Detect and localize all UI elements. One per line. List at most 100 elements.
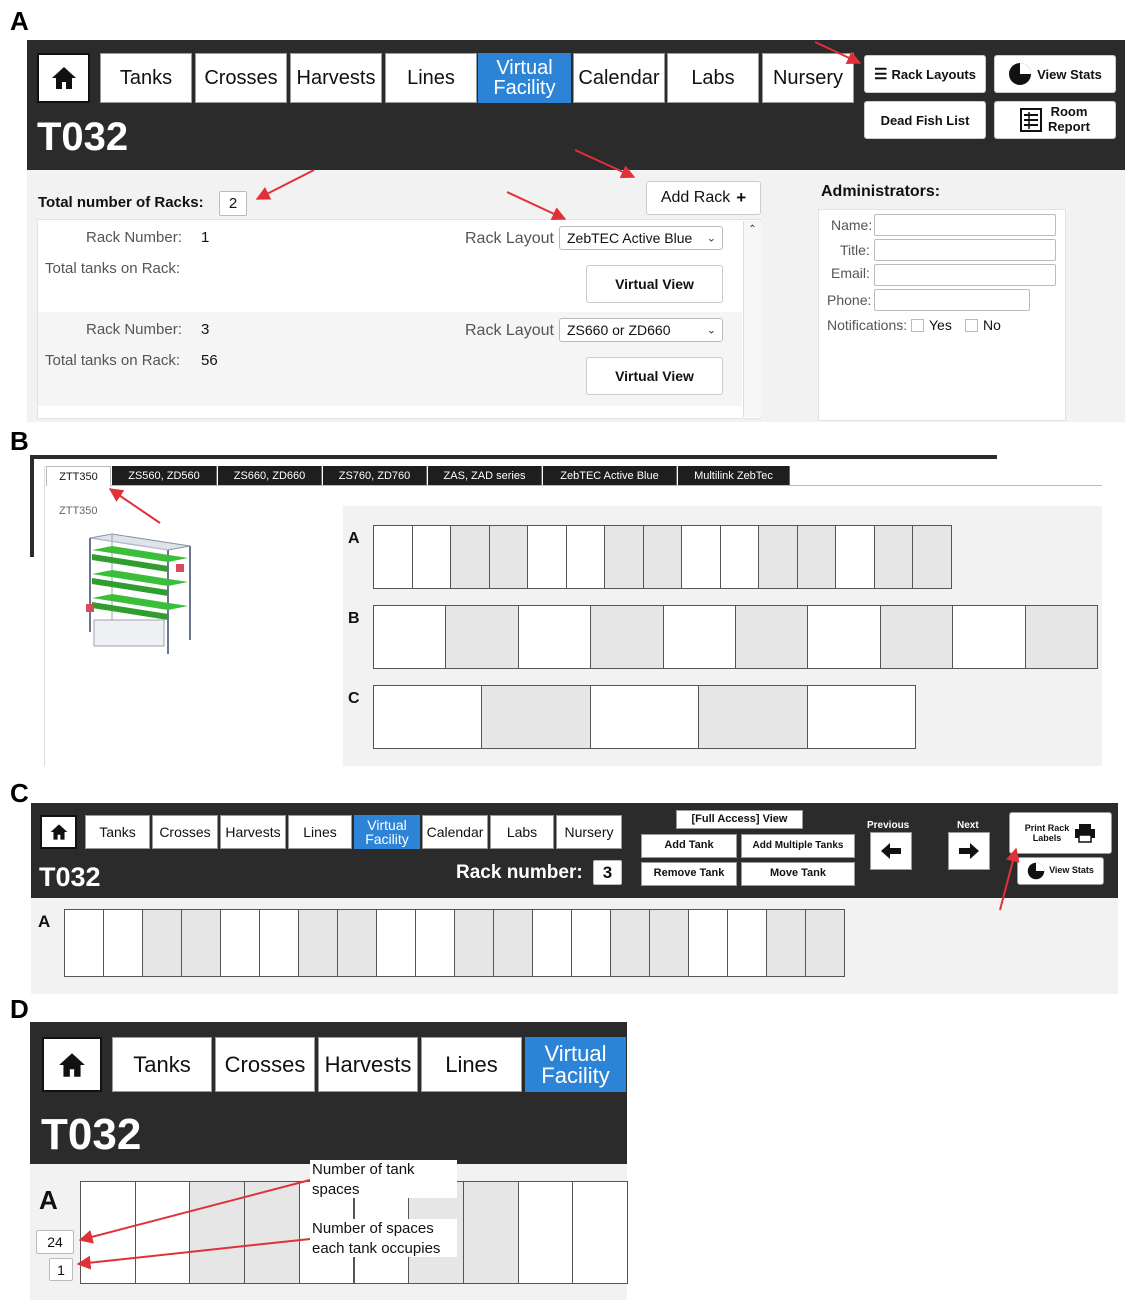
tank-slot[interactable] — [649, 909, 689, 977]
nav-virtual-facility-d[interactable]: Virtual Facility — [525, 1037, 626, 1092]
tank-slot[interactable] — [912, 525, 952, 589]
move-tank-button[interactable]: Move Tank — [741, 862, 855, 886]
virtual-view-button[interactable]: Virtual View — [586, 265, 723, 303]
tank-slot[interactable] — [879, 605, 954, 669]
tank-slot[interactable] — [415, 909, 455, 977]
tab-zs760[interactable]: ZS760, ZD760 — [323, 466, 427, 486]
tab-zs560[interactable]: ZS560, ZD560 — [112, 466, 217, 486]
tank-slot[interactable] — [572, 1181, 628, 1284]
tank-slot[interactable] — [766, 909, 806, 977]
view-stats-button-c[interactable]: View Stats — [1017, 857, 1104, 885]
tank-slot[interactable] — [565, 525, 606, 589]
tank-slot[interactable] — [727, 909, 767, 977]
tank-slot[interactable] — [590, 605, 664, 669]
nav-crosses-d[interactable]: Crosses — [215, 1037, 315, 1092]
tank-slot[interactable] — [373, 605, 447, 669]
tank-slot[interactable] — [805, 909, 845, 977]
admin-title-input[interactable] — [874, 239, 1056, 261]
room-report-button[interactable]: Room Report — [994, 101, 1116, 139]
tank-slot[interactable] — [259, 909, 299, 977]
tank-slot[interactable] — [807, 605, 881, 669]
notifications-no-checkbox[interactable] — [965, 319, 978, 332]
tank-spaces-input[interactable]: 24 — [36, 1230, 74, 1254]
home-button-d[interactable] — [42, 1037, 102, 1092]
tank-slot[interactable] — [493, 909, 533, 977]
tank-slot[interactable] — [189, 1181, 246, 1284]
tank-slot[interactable] — [373, 525, 413, 589]
notifications-yes-checkbox[interactable] — [911, 319, 924, 332]
nav-virtual-facility[interactable]: Virtual Facility — [478, 53, 571, 103]
add-rack-button[interactable]: Add Rack + — [646, 181, 761, 215]
tank-slot[interactable] — [181, 909, 221, 977]
tank-slot[interactable] — [244, 1181, 300, 1284]
tank-slot[interactable] — [532, 909, 572, 977]
tank-slot[interactable] — [589, 685, 700, 749]
tank-slot[interactable] — [719, 525, 760, 589]
rack-layouts-button[interactable]: ☰ Rack Layouts — [864, 55, 986, 93]
nav-calendar[interactable]: Calendar — [573, 53, 665, 103]
tank-slot[interactable] — [134, 1181, 191, 1284]
nav-lines[interactable]: Lines — [385, 53, 477, 103]
rack-layout-select[interactable]: ZebTEC Active Blue ⌄ — [559, 226, 723, 250]
tank-slot[interactable] — [103, 909, 143, 977]
nav-tanks-c[interactable]: Tanks — [85, 815, 150, 849]
tank-slot[interactable] — [80, 1181, 136, 1284]
home-button[interactable] — [37, 53, 90, 103]
tank-slot[interactable] — [571, 909, 611, 977]
admin-email-input[interactable] — [874, 264, 1056, 286]
nav-tanks[interactable]: Tanks — [100, 53, 192, 103]
tank-slot[interactable] — [688, 909, 728, 977]
tank-slot[interactable] — [454, 909, 494, 977]
tank-slot[interactable] — [481, 685, 591, 749]
tab-zebtec-active-blue[interactable]: ZebTEC Active Blue — [543, 466, 677, 486]
view-stats-button[interactable]: View Stats — [994, 55, 1116, 93]
virtual-view-button[interactable]: Virtual View — [586, 357, 723, 395]
tank-slot[interactable] — [806, 685, 916, 749]
tab-zas-zad[interactable]: ZAS, ZAD series — [428, 466, 542, 486]
tank-slot[interactable] — [64, 909, 104, 977]
tank-slot[interactable] — [298, 909, 338, 977]
tank-slot[interactable] — [450, 525, 490, 589]
nav-harvests-c[interactable]: Harvests — [220, 815, 286, 849]
previous-button[interactable] — [870, 832, 912, 870]
nav-virtual-facility-c[interactable]: Virtual Facility — [354, 815, 420, 849]
print-rack-labels-button[interactable]: Print Rack Labels — [1009, 812, 1112, 854]
rack-list-scrollbar[interactable]: ⌃ — [743, 221, 761, 417]
tank-slot[interactable] — [337, 909, 377, 977]
tank-slot[interactable] — [445, 605, 519, 669]
nav-harvests[interactable]: Harvests — [290, 53, 382, 103]
nav-nursery[interactable]: Nursery — [762, 53, 854, 103]
tab-ztt350[interactable]: ZTT350 — [46, 466, 111, 486]
tank-slot[interactable] — [462, 1181, 519, 1284]
tank-slot[interactable] — [142, 909, 182, 977]
tank-slot[interactable] — [411, 525, 452, 589]
tank-slot[interactable] — [1024, 605, 1098, 669]
tank-slot[interactable] — [952, 605, 1026, 669]
next-button[interactable] — [948, 832, 990, 870]
dead-fish-list-button[interactable]: Dead Fish List — [864, 101, 986, 139]
tank-slot[interactable] — [698, 685, 808, 749]
rack-layout-select[interactable]: ZS660 or ZD660 ⌄ — [559, 318, 723, 342]
remove-tank-button[interactable]: Remove Tank — [641, 862, 737, 886]
tank-slot[interactable] — [662, 605, 736, 669]
tank-slot[interactable] — [488, 525, 529, 589]
tank-slot[interactable] — [681, 525, 721, 589]
nav-labs[interactable]: Labs — [667, 53, 759, 103]
tank-slot[interactable] — [376, 909, 416, 977]
nav-nursery-c[interactable]: Nursery — [556, 815, 622, 849]
tank-slot[interactable] — [517, 605, 592, 669]
tank-slot[interactable] — [604, 525, 644, 589]
tank-slot[interactable] — [796, 525, 837, 589]
spaces-per-tank-input[interactable]: 1 — [49, 1258, 73, 1281]
nav-crosses[interactable]: Crosses — [195, 53, 287, 103]
full-access-view-button[interactable]: [Full Access] View — [676, 810, 803, 829]
tab-zs660[interactable]: ZS660, ZD660 — [218, 466, 322, 486]
nav-harvests-d[interactable]: Harvests — [318, 1037, 418, 1092]
tank-slot[interactable] — [220, 909, 260, 977]
tank-slot[interactable] — [835, 525, 875, 589]
tank-slot[interactable] — [873, 525, 914, 589]
tank-slot[interactable] — [527, 525, 567, 589]
admin-phone-input[interactable] — [874, 289, 1030, 311]
tank-slot[interactable] — [642, 525, 683, 589]
nav-crosses-c[interactable]: Crosses — [152, 815, 218, 849]
